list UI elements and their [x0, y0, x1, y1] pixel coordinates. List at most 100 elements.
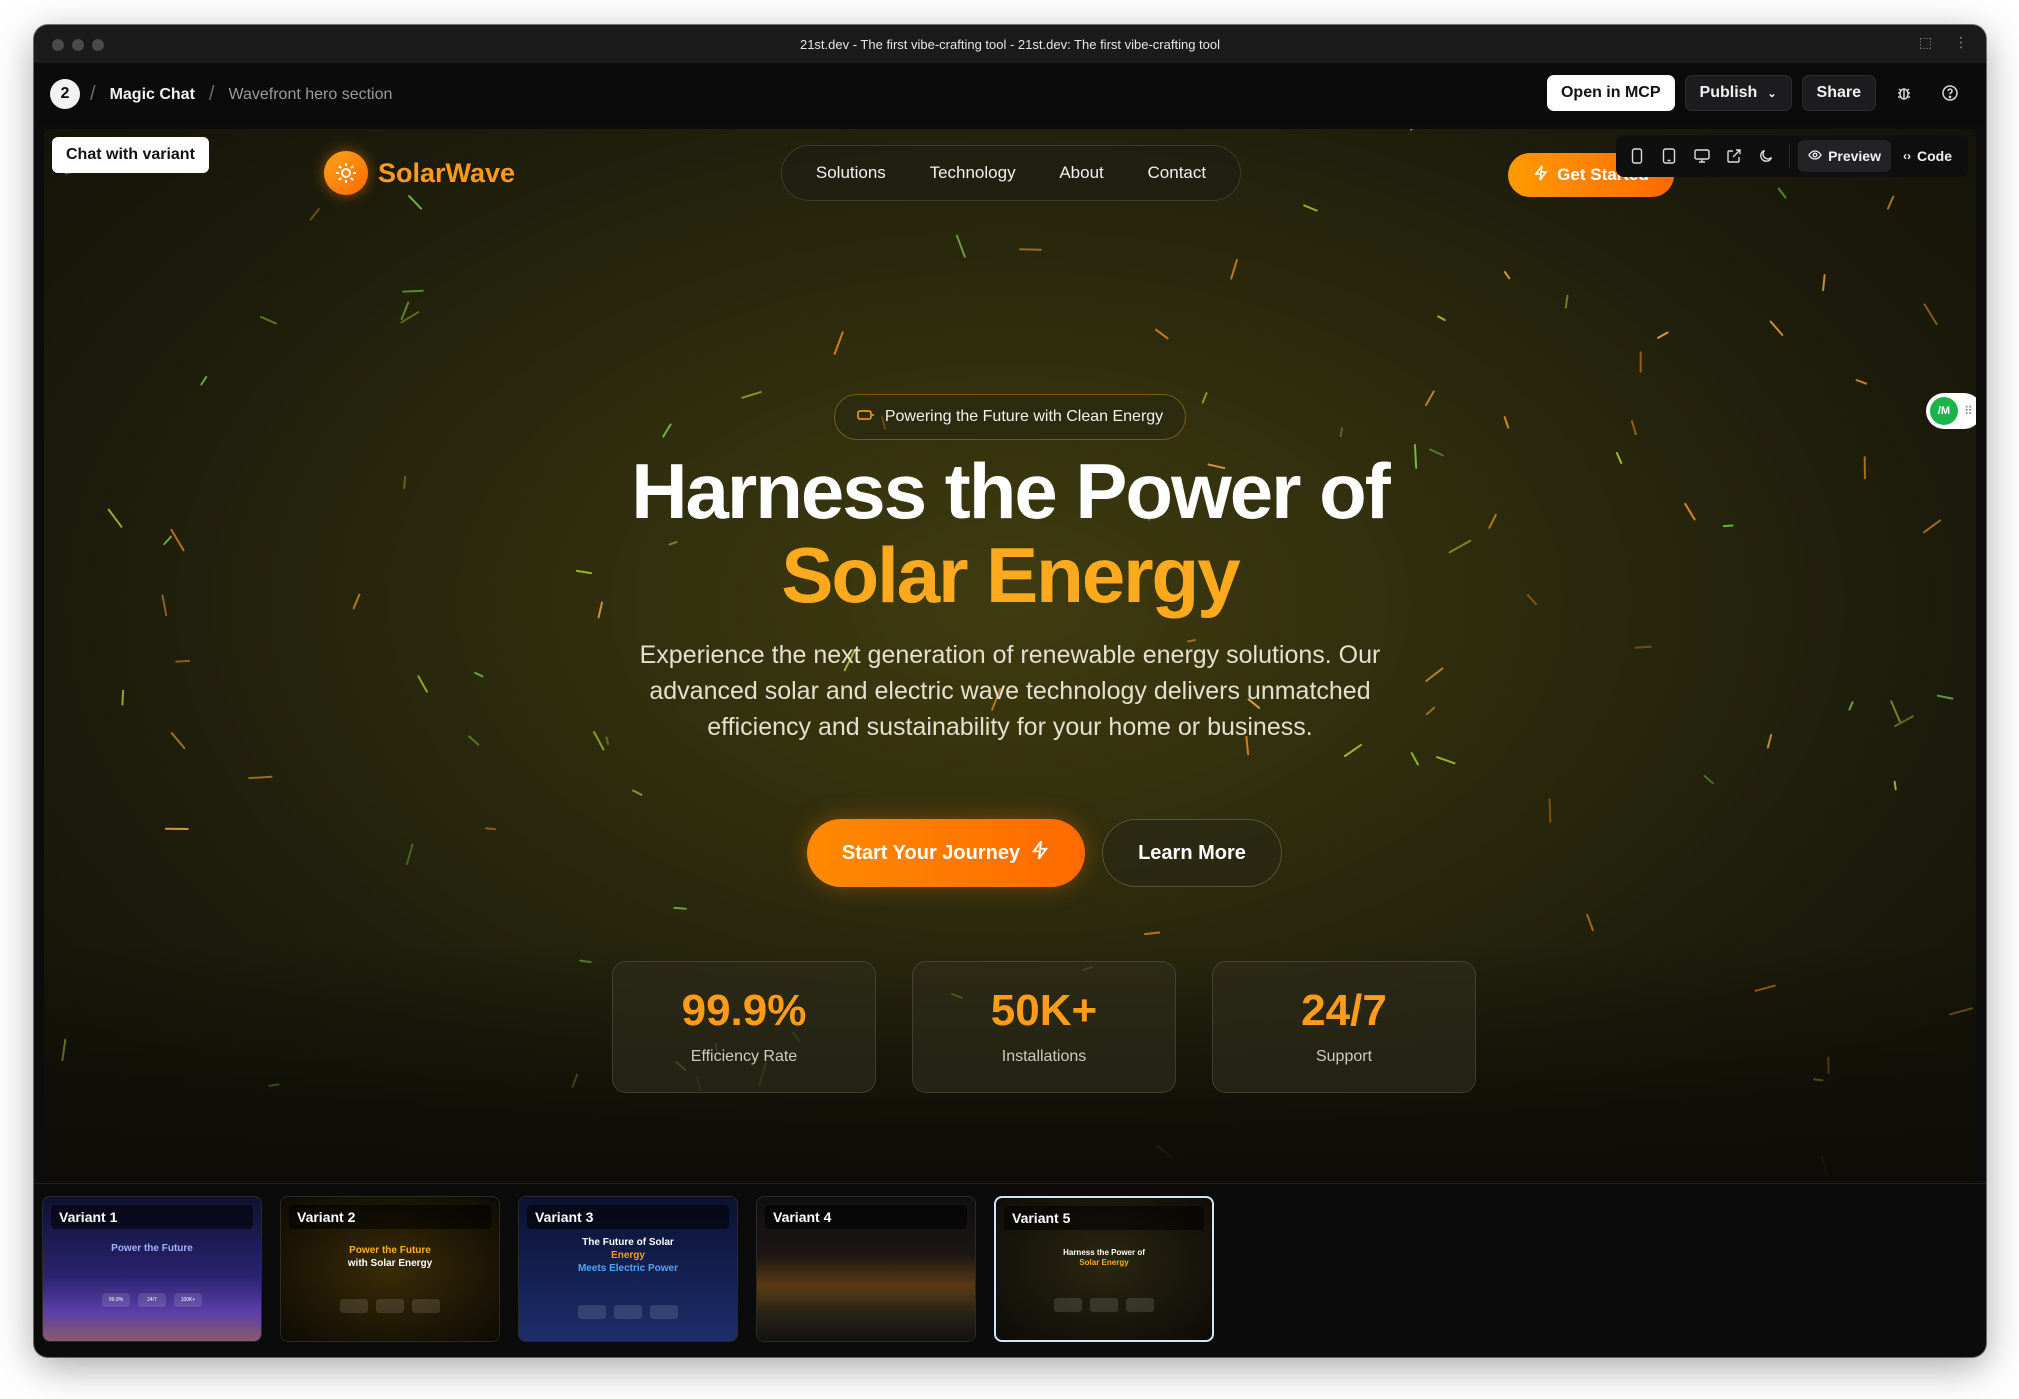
eye-icon: [1808, 148, 1822, 165]
more-vertical-icon[interactable]: ⋮: [1954, 34, 1968, 51]
chat-with-variant-button[interactable]: Chat with variant: [52, 137, 209, 173]
publish-button[interactable]: Publish ⌄: [1684, 75, 1792, 111]
variant-label: Variant 3: [527, 1205, 729, 1229]
hero-badge-text: Powering the Future with Clean Energy: [884, 408, 1164, 425]
particle-streak: [1425, 706, 1436, 716]
particle-streak: [1813, 1078, 1824, 1082]
extensions-icon[interactable]: ⬚: [1919, 34, 1932, 51]
tab-code[interactable]: ‹› Code: [1893, 140, 1962, 172]
particle-streak: [1303, 204, 1318, 212]
particle-streak: [309, 208, 320, 221]
particle-streak: [632, 789, 643, 796]
breadcrumb-magic-chat[interactable]: Magic Chat: [110, 86, 195, 104]
learn-more-button[interactable]: Learn More: [1102, 819, 1282, 887]
variant-mini-stat: 24/7: [138, 1293, 166, 1307]
breadcrumb-separator: /: [90, 83, 96, 105]
moon-icon[interactable]: [1751, 140, 1781, 172]
particle-streak: [1769, 320, 1784, 336]
particle-streak: [402, 289, 424, 293]
particle-streak: [1754, 984, 1776, 992]
tablet-icon[interactable]: [1654, 140, 1684, 172]
particle-streak: [1230, 259, 1238, 280]
stat-label: Support: [1315, 1048, 1373, 1065]
code-icon: ‹›: [1903, 149, 1911, 163]
particle-streak: [833, 331, 844, 355]
particle-streak: [175, 659, 191, 663]
nav-contact[interactable]: Contact: [1148, 163, 1207, 183]
preview-canvas: Chat with variant SolarWave Solutions Te…: [44, 129, 1976, 1183]
particle-streak: [1855, 379, 1867, 385]
minimize-window-dot[interactable]: [72, 39, 84, 51]
mcp-toggle[interactable]: /M ⠿: [1926, 393, 1976, 429]
particle-streak: [260, 316, 277, 325]
particle-streak: [1821, 1155, 1828, 1177]
particle-streak: [1143, 931, 1161, 936]
bug-report-icon[interactable]: [1886, 75, 1922, 111]
variant-mini-stat: 100K+: [174, 1293, 202, 1307]
particle-streak: [1548, 798, 1552, 823]
variant-thumbnail-1[interactable]: Variant 1 Power the Future 99.9% 24/7 10…: [42, 1196, 262, 1342]
external-link-icon[interactable]: [1719, 140, 1749, 172]
particle-streak: [1339, 427, 1343, 438]
open-in-mcp-button[interactable]: Open in MCP: [1546, 75, 1675, 111]
variant-label: Variant 1: [51, 1205, 253, 1229]
particle-streak: [1631, 420, 1637, 436]
particle-streak: [955, 234, 966, 258]
particle-streak: [1893, 780, 1897, 791]
tab-preview-label: Preview: [1828, 148, 1881, 164]
stat-card: 24/7 Support: [1212, 961, 1476, 1093]
tab-preview[interactable]: Preview: [1798, 140, 1891, 172]
particle-streak: [1436, 756, 1456, 765]
hero-subtext: Experience the next generation of renewa…: [639, 641, 1381, 741]
site-brand[interactable]: SolarWave: [324, 151, 515, 195]
nav-solutions[interactable]: Solutions: [816, 163, 886, 183]
stat-label: Efficiency Rate: [690, 1048, 798, 1065]
stat-value: 50K+: [990, 986, 1098, 1035]
share-button[interactable]: Share: [1801, 75, 1876, 111]
mobile-icon[interactable]: [1622, 140, 1652, 172]
particle-streak: [1344, 743, 1362, 757]
particle-streak: [1410, 129, 1413, 131]
particle-streak: [673, 906, 687, 910]
particle-streak: [1949, 1007, 1973, 1016]
variant-subtitle: Solar Energy: [1079, 1258, 1129, 1267]
particle-streak: [1425, 390, 1435, 407]
variant-mini-stats: [996, 1298, 1212, 1312]
tab-code-label: Code: [1917, 148, 1952, 164]
particle-streak: [1923, 303, 1938, 326]
publish-label: Publish: [1699, 84, 1758, 101]
21st-logo-icon[interactable]: 2: [50, 79, 80, 109]
drag-handle-icon[interactable]: ⠿: [1964, 404, 1973, 418]
nav-about[interactable]: About: [1059, 163, 1103, 183]
variant-mini-stat: 99.9%: [102, 1293, 130, 1307]
stat-label: Installations: [1001, 1048, 1087, 1065]
particle-streak: [1425, 667, 1444, 682]
particle-streak: [1437, 315, 1446, 321]
stat-card: 99.9% Efficiency Rate: [612, 961, 876, 1093]
start-journey-button[interactable]: Start Your Journey: [807, 819, 1085, 887]
zoom-window-dot[interactable]: [92, 39, 104, 51]
variant-thumbnail-3[interactable]: Variant 3 The Future of Solar Energy Mee…: [518, 1196, 738, 1342]
particle-streak: [1154, 328, 1169, 340]
variant-thumbnail-5[interactable]: Variant 5 Harness the Power of Solar Ene…: [994, 1196, 1214, 1342]
particle-streak: [1887, 195, 1895, 210]
start-journey-label: Start Your Journey: [841, 841, 1021, 864]
particle-streak: [1703, 774, 1714, 785]
close-window-dot[interactable]: [52, 39, 64, 51]
particle-streak: [579, 959, 592, 964]
particle-streak: [200, 376, 208, 386]
desktop-icon[interactable]: [1686, 140, 1716, 172]
particle-streak: [400, 301, 410, 320]
variant-thumbnail-4[interactable]: Variant 4: [756, 1196, 976, 1342]
nav-technology[interactable]: Technology: [930, 163, 1016, 183]
variant-thumbnail-2[interactable]: Variant 2 Power the Future with Solar En…: [280, 1196, 500, 1342]
particle-streak: [1019, 248, 1042, 251]
stat-value: 24/7: [1301, 986, 1387, 1035]
variant-strip: Variant 1 Power the Future 99.9% 24/7 10…: [34, 1183, 1986, 1357]
variant-title-accent: Energy: [611, 1250, 645, 1261]
sun-icon: [324, 151, 368, 195]
preview-toolbar: Preview ‹› Code: [1616, 135, 1968, 177]
variant-mini-stats: [281, 1299, 499, 1313]
help-icon[interactable]: [1932, 75, 1968, 111]
breadcrumb-separator: /: [208, 83, 215, 105]
